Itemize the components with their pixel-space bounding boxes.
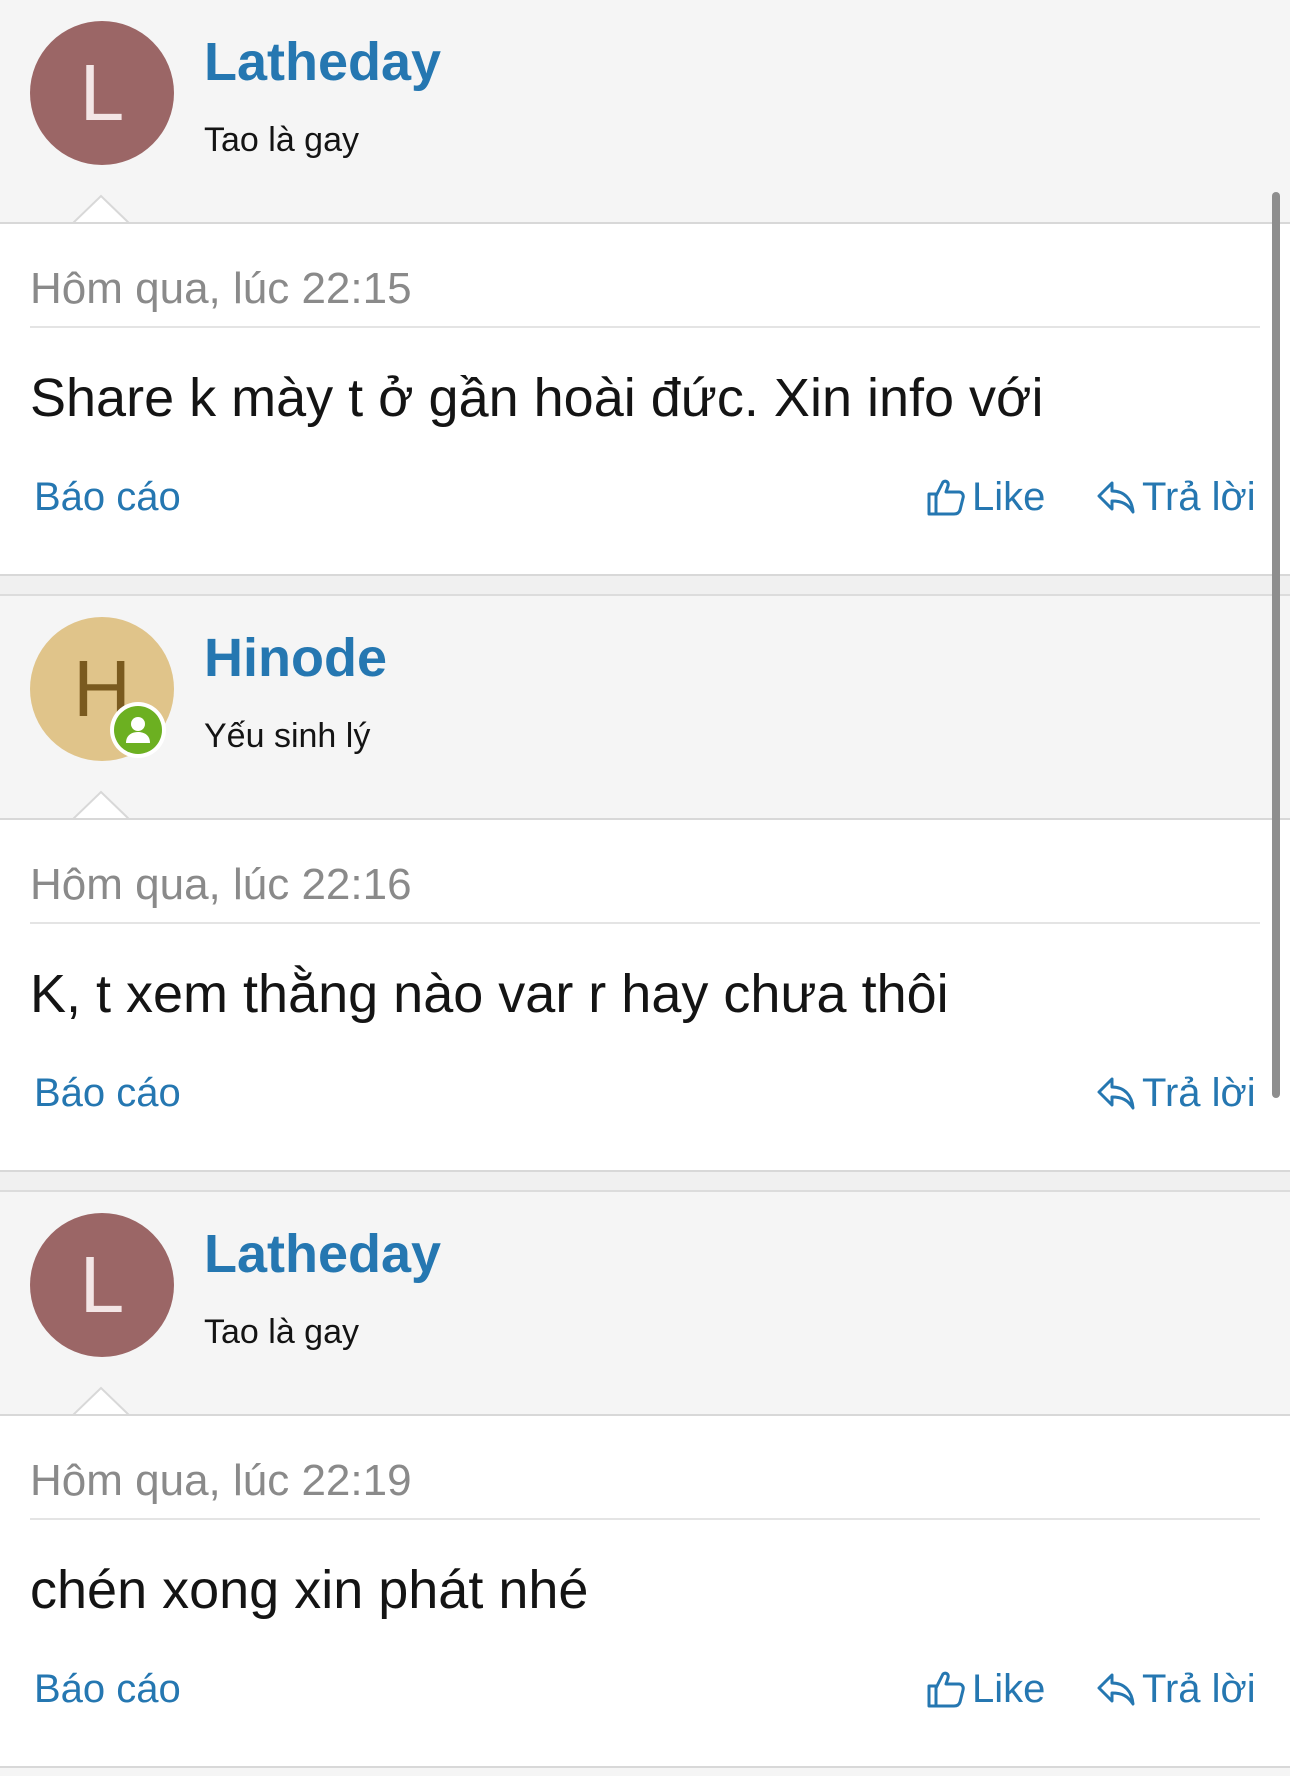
reply-label: Trả lời [1142,1071,1256,1115]
thumbs-up-icon [927,1671,965,1708]
reply-icon [1097,1673,1135,1706]
reply-label: Trả lời [1142,475,1256,519]
report-label: Báo cáo [34,1667,181,1711]
user-title: Yếu sinh lý [204,717,371,755]
avatar[interactable]: L [30,21,174,165]
post-body: Hôm qua, lúc 22:15 Share k mày t ở gần h… [0,222,1290,576]
online-status-badge [110,702,166,758]
user-online-icon [114,706,162,754]
thread-container: L Latheday Tao là gay Hôm qua, lúc 22:15… [0,0,1290,1768]
report-link[interactable]: Báo cáo [34,1068,181,1118]
post: L Latheday Tao là gay Hôm qua, lúc 22:15… [0,0,1290,594]
like-label: Like [972,1667,1046,1711]
report-link[interactable]: Báo cáo [34,1664,181,1714]
post-header: H Hinode Yếu sinh lý [0,594,1290,820]
thumbs-up-icon [927,479,965,516]
post-timestamp[interactable]: Hôm qua, lúc 22:16 [30,858,412,912]
post-header: L Latheday Tao là gay [0,0,1290,224]
divider [30,922,1260,924]
reply-button[interactable]: Trả lời [1096,1664,1256,1714]
username[interactable]: Hinode [204,626,387,690]
post: H Hinode Yếu sinh lý Hôm qua, lúc 22:16 [0,594,1290,1190]
post-pointer-arrow [72,790,130,820]
reply-button[interactable]: Trả lời [1096,472,1256,522]
like-label: Like [972,475,1046,519]
reply-button[interactable]: Trả lời [1096,1068,1256,1118]
avatar[interactable]: L [30,1213,174,1357]
post-body: Hôm qua, lúc 22:19 chén xong xin phát nh… [0,1414,1290,1768]
post: L Latheday Tao là gay Hôm qua, lúc 22:19… [0,1190,1290,1768]
post-message: Share k mày t ở gần hoài đức. Xin info v… [30,368,1044,428]
post-separator [0,576,1290,594]
divider [30,326,1260,328]
like-button[interactable]: Like [926,1664,1045,1714]
scrollbar[interactable] [1272,192,1280,1098]
post-timestamp[interactable]: Hôm qua, lúc 22:19 [30,1454,412,1508]
username[interactable]: Latheday [204,1222,441,1286]
post-pointer-arrow [72,194,130,224]
post-message: K, t xem thằng nào var r hay chưa thôi [30,964,949,1024]
report-label: Báo cáo [34,475,181,519]
user-title: Tao là gay [204,1313,359,1351]
post-pointer-arrow [72,1386,130,1416]
report-link[interactable]: Báo cáo [34,472,181,522]
post-header: L Latheday Tao là gay [0,1190,1290,1416]
reply-icon [1097,481,1135,514]
username[interactable]: Latheday [204,30,441,94]
avatar-letter: L [79,48,125,137]
user-title: Tao là gay [204,121,359,159]
avatar-letter: L [79,1240,125,1329]
reply-label: Trả lời [1142,1667,1256,1711]
report-label: Báo cáo [34,1071,181,1115]
like-button[interactable]: Like [926,472,1045,522]
post-body: Hôm qua, lúc 22:16 K, t xem thằng nào va… [0,818,1290,1172]
reply-icon [1097,1077,1135,1110]
post-timestamp[interactable]: Hôm qua, lúc 22:15 [30,262,412,316]
post-separator [0,1172,1290,1190]
divider [30,1518,1260,1520]
post-message: chén xong xin phát nhé [30,1560,589,1620]
